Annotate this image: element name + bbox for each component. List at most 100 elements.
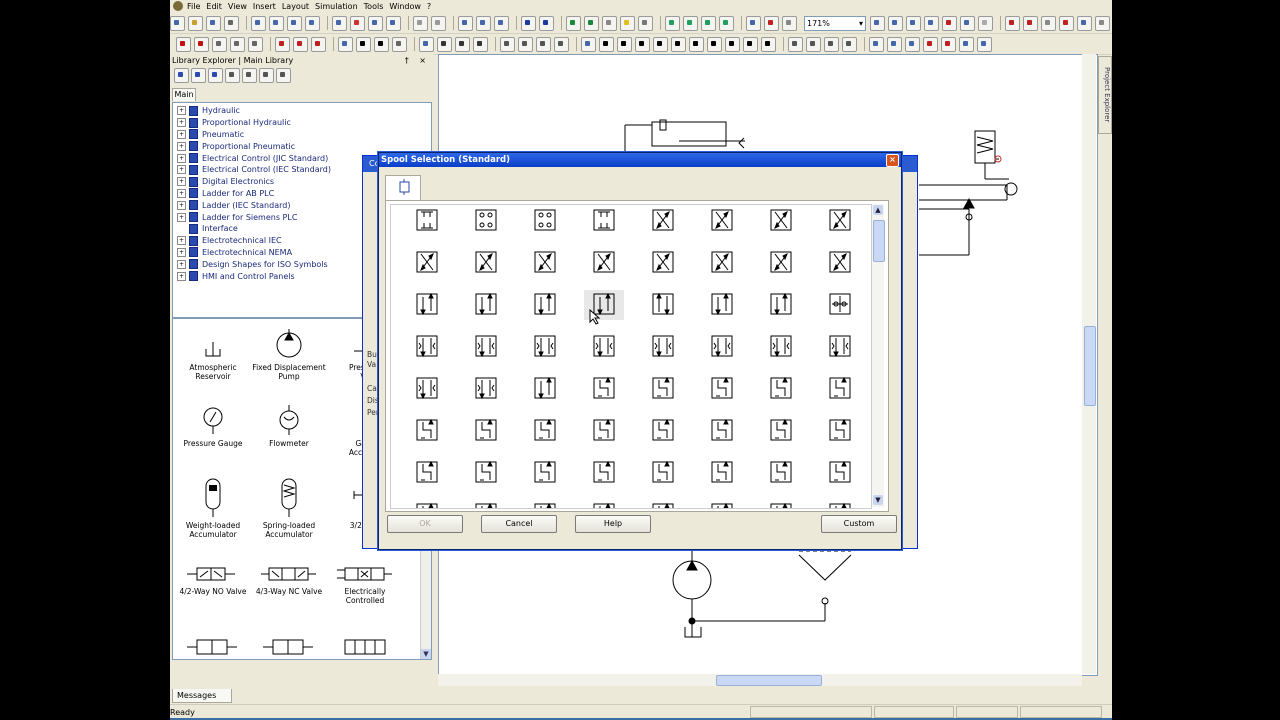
spool-option[interactable]	[643, 416, 683, 446]
spool-option[interactable]	[525, 416, 565, 446]
palette-item[interactable]	[175, 637, 251, 659]
align-left-icon[interactable]	[500, 36, 515, 52]
expand-icon[interactable]: +	[177, 118, 186, 128]
spool-option[interactable]	[761, 206, 801, 236]
page-icon[interactable]	[305, 15, 320, 31]
scroll-down-icon[interactable]: ▼	[873, 495, 883, 505]
step-icon[interactable]	[248, 36, 263, 52]
line-tool-icon[interactable]	[617, 36, 632, 52]
zoom-fit-icon[interactable]	[906, 15, 921, 31]
spool-option[interactable]	[525, 458, 565, 488]
spool-option[interactable]	[761, 374, 801, 404]
line-weight-icon[interactable]	[356, 36, 371, 52]
spool-option[interactable]	[466, 248, 506, 278]
expand-icon[interactable]: +	[177, 106, 186, 116]
cancel-button[interactable]: Cancel	[481, 515, 557, 533]
spool-option[interactable]	[702, 374, 742, 404]
spool-option[interactable]	[407, 374, 447, 404]
scroll-thumb[interactable]	[873, 220, 885, 262]
tree-item[interactable]: + Pneumatic	[173, 129, 431, 141]
tree-item[interactable]: + Proportional Hydraulic	[173, 117, 431, 129]
spool-option[interactable]	[407, 500, 447, 508]
italic-icon[interactable]	[455, 36, 470, 52]
chart-icon[interactable]	[746, 15, 761, 31]
expand-icon[interactable]: +	[177, 141, 186, 151]
spool-option[interactable]	[820, 416, 860, 446]
group-icon[interactable]	[824, 36, 839, 52]
pen-icon[interactable]	[338, 36, 353, 52]
expand-icon[interactable]: +	[177, 129, 186, 139]
expand-icon[interactable]: +	[177, 271, 186, 281]
spool-option[interactable]	[466, 500, 506, 508]
scroll-up-icon[interactable]: ▲	[873, 205, 883, 215]
network-icon[interactable]	[701, 15, 716, 31]
chart-icon[interactable]	[764, 15, 779, 31]
preview-icon[interactable]	[368, 15, 383, 31]
menu-edit[interactable]: Edit	[206, 2, 228, 11]
custom-button[interactable]: Custom	[821, 515, 897, 533]
panel-pin-close-icon[interactable]: † ×	[405, 56, 430, 65]
zoom-all-icon[interactable]	[942, 15, 957, 31]
spool-option[interactable]	[584, 458, 624, 488]
brush-icon[interactable]	[581, 36, 596, 52]
spool-option[interactable]	[525, 500, 565, 508]
tab-main[interactable]: Main	[172, 88, 196, 101]
save-icon[interactable]	[206, 15, 221, 31]
zoom-select[interactable]: 171% ▾	[804, 15, 866, 31]
spool-option[interactable]	[761, 500, 801, 508]
rectangle-tool-icon[interactable]	[635, 36, 650, 52]
bold-icon[interactable]	[437, 36, 452, 52]
palette-item[interactable]	[251, 637, 327, 659]
lock-icon[interactable]	[276, 68, 291, 83]
table-icon[interactable]	[782, 15, 797, 31]
menu-window[interactable]: Window	[389, 2, 427, 11]
spool-option[interactable]	[584, 332, 624, 362]
record-icon[interactable]	[638, 15, 653, 31]
undo-icon[interactable]	[521, 15, 536, 31]
redo-icon[interactable]	[539, 15, 554, 31]
spool-option[interactable]	[466, 374, 506, 404]
spool-option[interactable]	[702, 332, 742, 362]
polyline-tool-icon[interactable]	[689, 36, 704, 52]
spool-option[interactable]	[466, 206, 506, 236]
spool-option[interactable]	[466, 332, 506, 362]
align-center-icon[interactable]	[518, 36, 533, 52]
spool-option[interactable]	[761, 458, 801, 488]
spool-option[interactable]	[820, 290, 860, 320]
cut-icon[interactable]	[458, 15, 473, 31]
spool-option[interactable]	[407, 248, 447, 278]
justify-icon[interactable]	[554, 36, 569, 52]
palette-item[interactable]	[327, 637, 403, 659]
align-icon[interactable]	[959, 36, 974, 52]
preview-icon[interactable]	[386, 15, 401, 31]
ellipse-tool-icon[interactable]	[653, 36, 668, 52]
spool-option[interactable]	[820, 206, 860, 236]
remove-icon[interactable]	[259, 68, 274, 83]
library-icon[interactable]	[208, 68, 223, 83]
paste-icon[interactable]	[494, 15, 509, 31]
spool-option[interactable]	[407, 206, 447, 236]
grid-icon[interactable]	[1005, 15, 1020, 31]
spool-option[interactable]	[525, 374, 565, 404]
connector-icon[interactable]	[293, 36, 308, 52]
spool-option[interactable]	[407, 290, 447, 320]
text-icon[interactable]	[1077, 15, 1092, 31]
spool-option[interactable]	[466, 458, 506, 488]
spool-option[interactable]	[702, 206, 742, 236]
select-pointer-icon[interactable]	[599, 36, 614, 52]
expand-icon[interactable]: +	[177, 247, 186, 257]
spool-option[interactable]	[584, 416, 624, 446]
align-right-icon[interactable]	[536, 36, 551, 52]
send-back-icon[interactable]	[941, 36, 956, 52]
spool-option[interactable]	[525, 248, 565, 278]
expand-icon[interactable]: +	[177, 259, 186, 269]
spool-option[interactable]	[761, 290, 801, 320]
text-tool-icon[interactable]	[707, 36, 722, 52]
scroll-thumb[interactable]	[716, 675, 822, 686]
canvas-vertical-scrollbar[interactable]	[1082, 54, 1096, 674]
spool-option[interactable]	[643, 500, 683, 508]
stop-record-icon[interactable]	[194, 36, 209, 52]
component-icon[interactable]	[566, 15, 581, 31]
expand-icon[interactable]: +	[177, 153, 186, 163]
spool-option[interactable]	[702, 248, 742, 278]
